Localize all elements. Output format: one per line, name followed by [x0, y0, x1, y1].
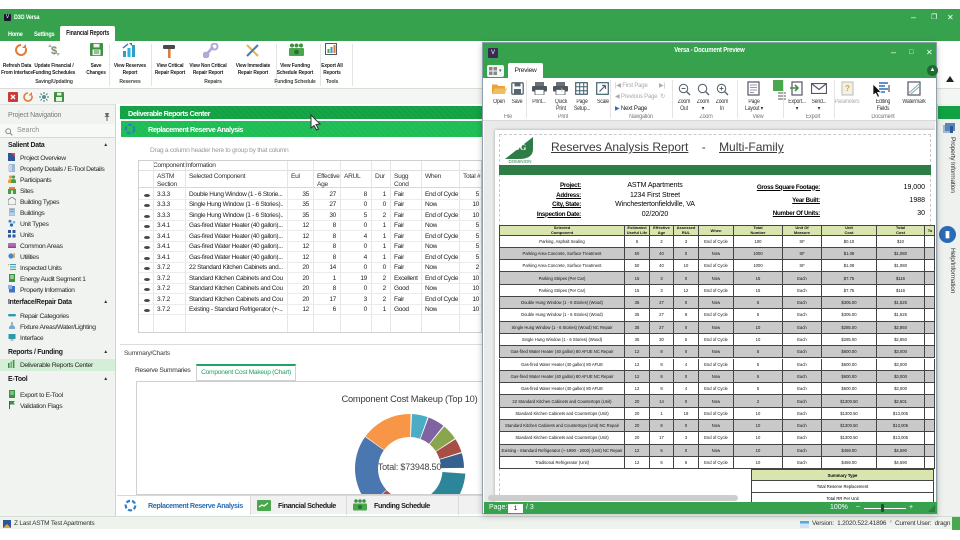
- svg-text:?: ?: [845, 84, 850, 93]
